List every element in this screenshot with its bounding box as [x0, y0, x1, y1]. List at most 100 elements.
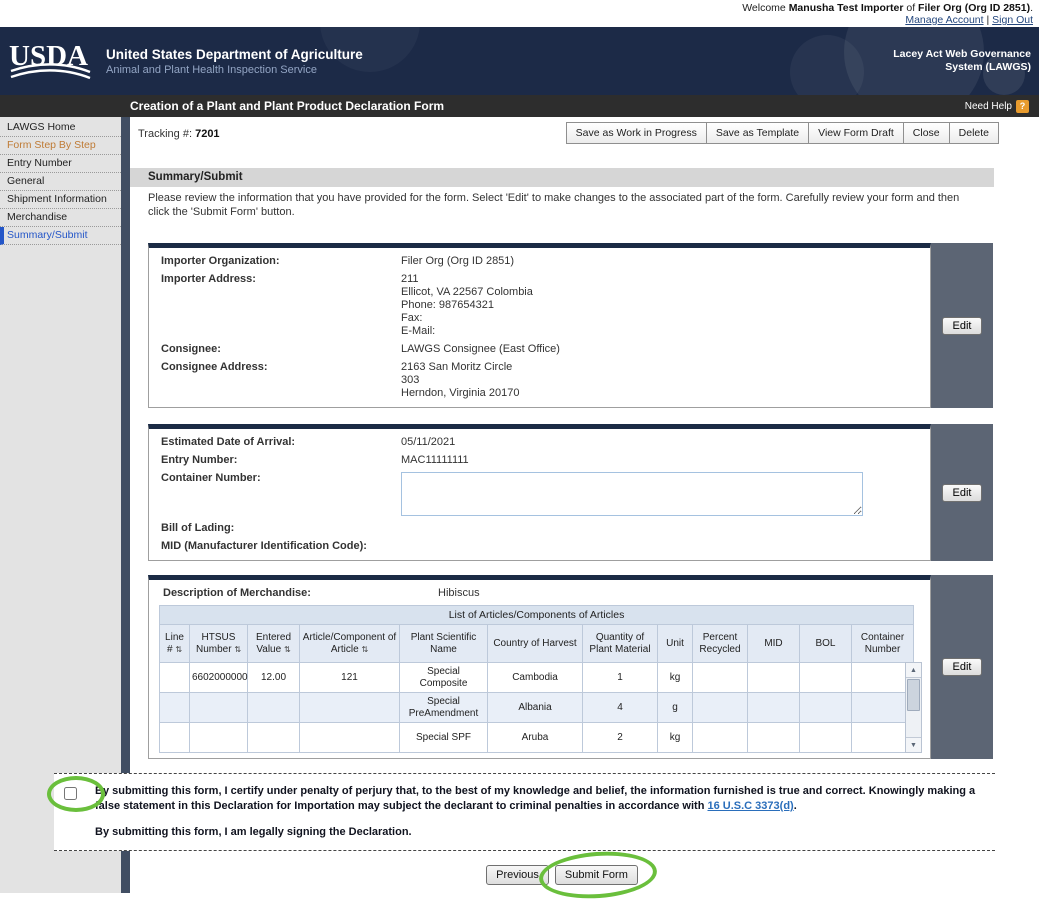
importer-edit-button[interactable]: Edit — [942, 317, 983, 335]
toolbar-buttons: Save as Work in Progress Save as Templat… — [567, 122, 999, 144]
sort-icon: ⇅ — [175, 645, 182, 654]
previous-button[interactable]: Previous — [486, 865, 549, 885]
merchandise-panel: Description of Merchandise:Hibiscus List… — [148, 575, 993, 759]
shipment-panel: Estimated Date of Arrival:05/11/2021 Ent… — [148, 424, 993, 561]
importer-panel: Importer Organization:Filer Org (Org ID … — [148, 243, 993, 408]
sidebar-item-entry-number[interactable]: Entry Number — [0, 155, 121, 173]
articles-table-title: List of Articles/Components of Articles — [160, 606, 914, 625]
sidebar-item-form-step-by-step[interactable]: Form Step By Step — [0, 137, 121, 155]
eta-label: Estimated Date of Arrival: — [161, 436, 401, 449]
agency-subtitle: Animal and Plant Health Inspection Servi… — [106, 64, 363, 76]
consignee-address-value: 2163 San Moritz Circle 303 Herndon, Virg… — [401, 361, 519, 400]
col-header-unit: Unit — [658, 625, 693, 663]
main-content: Tracking #: 7201 Save as Work in Progres… — [130, 117, 1039, 893]
merchandise-panel-body: Description of Merchandise:Hibiscus List… — [148, 575, 931, 759]
sidebar-item-shipment-information[interactable]: Shipment Information — [0, 191, 121, 209]
department-title: United States Department of Agriculture — [106, 47, 363, 62]
mid-label: MID (Manufacturer Identification Code): — [161, 540, 367, 553]
consignee-address-label: Consignee Address: — [161, 361, 401, 400]
entry-number-label: Entry Number: — [161, 454, 401, 467]
articles-table: List of Articles/Components of Articles … — [159, 605, 922, 753]
importer-edit-strip: Edit — [931, 243, 993, 408]
col-header-mid: MID — [748, 625, 800, 663]
scroll-up-icon[interactable]: ▲ — [906, 663, 921, 678]
col-header-plant-scientific-name: Plant Scientific Name — [400, 625, 488, 663]
merchandise-description-label: Description of Merchandise: — [163, 587, 438, 600]
merchandise-edit-button[interactable]: Edit — [942, 658, 983, 676]
merchandise-description-value: Hibiscus — [438, 587, 480, 600]
merchandise-edit-strip: Edit — [931, 575, 993, 759]
view-form-draft-button[interactable]: View Form Draft — [808, 122, 904, 144]
eta-value: 05/11/2021 — [401, 436, 455, 449]
consignee-label: Consignee: — [161, 343, 401, 356]
container-number-label: Container Number: — [161, 472, 401, 516]
instructions-text: Please review the information that you h… — [148, 191, 979, 219]
scroll-down-icon[interactable]: ▼ — [906, 737, 921, 752]
usda-logo-icon: USDA — [8, 35, 92, 88]
col-header-quantity: Quantity of Plant Material — [583, 625, 658, 663]
importer-address-label: Importer Address: — [161, 273, 401, 338]
shipment-panel-body: Estimated Date of Arrival:05/11/2021 Ent… — [148, 424, 931, 561]
consignee-value: LAWGS Consignee (East Office) — [401, 343, 560, 356]
signing-statement: By submitting this form, I am legally si… — [95, 826, 981, 838]
certification-statement: By submitting this form, I certify under… — [95, 784, 981, 814]
toolbar: Tracking #: 7201 Save as Work in Progres… — [130, 117, 1039, 144]
submit-form-button[interactable]: Submit Form — [555, 865, 638, 885]
sidebar-item-merchandise[interactable]: Merchandise — [0, 209, 121, 227]
col-header-line-number[interactable]: Line # ⇅ — [160, 625, 190, 663]
usda-masthead: USDA United States Department of Agricul… — [0, 27, 1039, 95]
sidebar-item-lawgs-home[interactable]: LAWGS Home — [0, 119, 121, 137]
save-work-in-progress-button[interactable]: Save as Work in Progress — [566, 122, 707, 144]
sort-icon: ⇅ — [284, 645, 291, 654]
bill-of-lading-label: Bill of Lading: — [161, 522, 401, 535]
top-account-bar: Welcome Manusha Test Importer of Filer O… — [0, 0, 1039, 27]
section-header: Summary/Submit — [130, 168, 994, 187]
page-title: Creation of a Plant and Plant Product De… — [130, 99, 444, 113]
table-row: Special PreAmendment Albania 4 g — [160, 693, 914, 723]
help-icon[interactable]: ? — [1016, 100, 1029, 113]
lawgs-page: Welcome Manusha Test Importer of Filer O… — [0, 0, 1039, 902]
sidebar-item-summary-submit[interactable]: Summary/Submit — [0, 227, 121, 245]
certify-checkbox[interactable] — [64, 787, 77, 800]
form-title-bar: Creation of a Plant and Plant Product De… — [0, 95, 1039, 117]
sign-out-link[interactable]: Sign Out — [992, 14, 1033, 26]
col-header-percent-recycled: Percent Recycled — [693, 625, 748, 663]
container-number-input[interactable] — [401, 472, 863, 516]
col-header-entered-value[interactable]: Entered Value ⇅ — [248, 625, 300, 663]
welcome-text: Welcome Manusha Test Importer of Filer O… — [0, 2, 1033, 14]
importer-panel-body: Importer Organization:Filer Org (Org ID … — [148, 243, 931, 408]
importer-address-value: 211 Ellicot, VA 22567 Colombia Phone: 98… — [401, 273, 533, 338]
save-as-template-button[interactable]: Save as Template — [706, 122, 809, 144]
shipment-edit-button[interactable]: Edit — [942, 484, 983, 502]
importer-org-label: Importer Organization: — [161, 255, 401, 268]
account-links: Manage Account | Sign Out — [0, 14, 1033, 26]
need-help-link[interactable]: Need Help ? — [965, 100, 1029, 113]
close-button[interactable]: Close — [903, 122, 950, 144]
delete-button[interactable]: Delete — [949, 122, 999, 144]
usc-3373d-link[interactable]: 16 U.S.C 3373(d) — [708, 800, 794, 812]
col-header-bol: BOL — [800, 625, 852, 663]
agency-name-block: United States Department of Agriculture … — [106, 47, 363, 76]
sort-icon: ⇅ — [361, 645, 368, 654]
certification-section: By submitting this form, I certify under… — [54, 773, 995, 851]
sidebar-item-general[interactable]: General — [0, 173, 121, 191]
sort-icon: ⇅ — [234, 645, 241, 654]
manage-account-link[interactable]: Manage Account — [905, 14, 983, 26]
entry-number-value: MAC11111111 — [401, 454, 469, 467]
table-scrollbar[interactable]: ▲ ▼ — [905, 662, 922, 753]
importer-org-value: Filer Org (Org ID 2851) — [401, 255, 514, 268]
tracking-number: Tracking #: 7201 — [138, 122, 220, 144]
col-header-htsus-number[interactable]: HTSUS Number ⇅ — [190, 625, 248, 663]
scrollbar-track[interactable] — [906, 678, 921, 737]
table-row: Special SPF Aruba 2 kg — [160, 723, 914, 753]
footer-buttons: Previous Submit Form — [130, 865, 994, 885]
scrollbar-thumb[interactable] — [907, 679, 920, 711]
shipment-edit-strip: Edit — [931, 424, 993, 561]
table-row: 6602000000 12.00 121 Special Composite C… — [160, 663, 914, 693]
system-name: Lacey Act Web Governance System (LAWGS) — [893, 48, 1039, 74]
decorative-bubble — [790, 35, 864, 95]
col-header-container-number: Container Number — [852, 625, 914, 663]
col-header-country-of-harvest: Country of Harvest — [488, 625, 583, 663]
col-header-article-component[interactable]: Article/Component of Article ⇅ — [300, 625, 400, 663]
body: LAWGS Home Form Step By Step Entry Numbe… — [0, 117, 1039, 893]
